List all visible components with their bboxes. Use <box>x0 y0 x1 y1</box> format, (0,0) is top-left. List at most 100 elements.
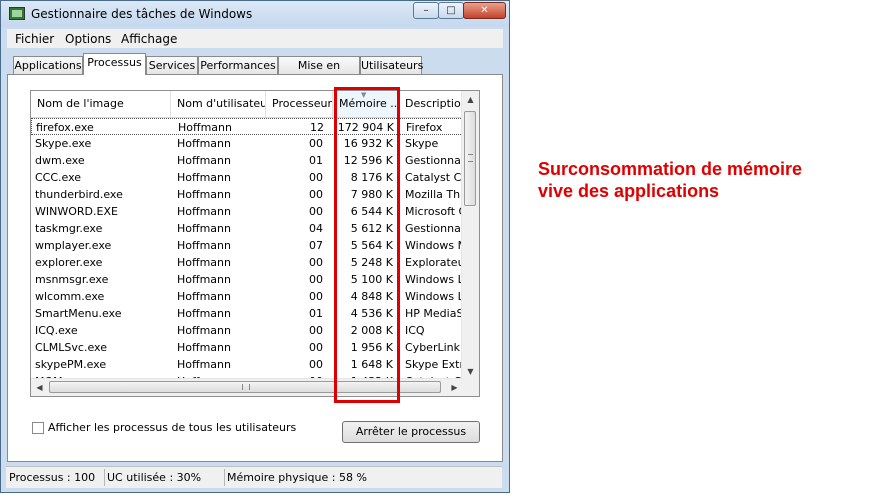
column-cpu[interactable]: Processeur <box>266 91 333 117</box>
cell-cpu: 00 <box>309 290 323 303</box>
cell-cpu: 00 <box>309 137 323 150</box>
window-title: Gestionnaire des tâches de Windows <box>31 7 253 21</box>
status-bar: Processus : 100 UC utilisée : 30% Mémoir… <box>6 466 502 488</box>
cell-image-name: CCC.exe <box>35 171 82 184</box>
tab-services[interactable]: Services <box>146 56 198 75</box>
cell-cpu: 12 <box>310 121 324 134</box>
cell-user-name: Hoffmann <box>177 137 231 150</box>
tab-mise-en-reseau[interactable]: Mise en réseau <box>278 56 360 89</box>
status-processes: Processus : 100 <box>6 469 105 486</box>
cell-user-name: Hoffmann <box>177 307 231 320</box>
cell-cpu: 00 <box>309 188 323 201</box>
cell-image-name: dwm.exe <box>35 154 85 167</box>
tab-performances[interactable]: Performances <box>198 56 278 75</box>
cell-user-name: Hoffmann <box>177 154 231 167</box>
cell-image-name: ICQ.exe <box>35 324 78 337</box>
status-memory: Mémoire physique : 58 % <box>227 471 367 484</box>
cell-description: Skype Extra <box>405 358 463 371</box>
cell-description: Gestionnaire <box>405 222 463 235</box>
cell-image-name: explorer.exe <box>35 256 103 269</box>
maximize-button[interactable]: □ <box>438 2 464 19</box>
menu-affichage[interactable]: Affichage <box>121 32 177 46</box>
cell-image-name: SmartMenu.exe <box>35 307 122 320</box>
end-process-button[interactable]: Arrêter le processus <box>342 421 480 443</box>
cell-description: HP MediaSm <box>405 307 463 320</box>
cell-user-name: Hoffmann <box>177 273 231 286</box>
memory-highlight-box <box>334 87 400 403</box>
column-user-name[interactable]: Nom d'utilisateur <box>171 91 266 117</box>
scroll-left-icon[interactable]: ◀ <box>31 379 48 396</box>
cell-image-name: CLMLSvc.exe <box>35 341 107 354</box>
cell-user-name: Hoffmann <box>177 171 231 184</box>
cell-image-name: wmplayer.exe <box>35 239 112 252</box>
grip-icon <box>242 384 250 390</box>
tab-strip: Applications Processus Services Performa… <box>7 53 503 89</box>
cell-cpu: 00 <box>309 273 323 286</box>
cell-user-name: Hoffmann <box>177 324 231 337</box>
tab-processus[interactable]: Processus <box>83 53 146 75</box>
cell-cpu: 00 <box>309 256 323 269</box>
annotation-line-1: Surconsommation de mémoire <box>538 159 803 179</box>
cell-cpu: 01 <box>309 154 323 167</box>
show-all-users-checkbox[interactable] <box>32 422 44 434</box>
cell-cpu: 07 <box>309 239 323 252</box>
cell-image-name: wlcomm.exe <box>35 290 105 303</box>
cell-description: CyberLink M <box>405 341 463 354</box>
cell-description: Windows Me <box>405 239 463 252</box>
annotation-text: Surconsommation de mémoire vive des appl… <box>538 158 838 202</box>
cell-image-name: skypePM.exe <box>35 358 107 371</box>
tab-applications[interactable]: Applications <box>13 56 83 75</box>
cell-description: Windows Liv <box>405 290 463 303</box>
tab-utilisateurs[interactable]: Utilisateurs <box>360 56 423 75</box>
task-manager-icon <box>9 7 25 20</box>
minimize-button[interactable]: – <box>413 2 439 19</box>
cell-user-name: Hoffmann <box>177 256 231 269</box>
cell-image-name: Skype.exe <box>35 137 92 150</box>
menu-bar: Fichier Options Affichage <box>7 29 503 48</box>
cell-description: ICQ <box>405 324 425 337</box>
cell-description: Firefox <box>406 121 443 134</box>
scroll-down-icon[interactable]: ▼ <box>462 363 479 380</box>
cell-image-name: firefox.exe <box>36 121 94 134</box>
cell-description: Skype <box>405 137 439 150</box>
cell-cpu: 00 <box>309 358 323 371</box>
cell-description: Mozilla Thun <box>405 188 463 201</box>
cell-user-name: Hoffmann <box>177 341 231 354</box>
cell-description: Catalyst Cont <box>405 171 463 184</box>
vertical-scroll-thumb[interactable] <box>464 111 476 206</box>
cell-cpu: 04 <box>309 222 323 235</box>
cell-image-name: WINWORD.EXE <box>35 205 118 218</box>
cell-user-name: Hoffmann <box>177 188 231 201</box>
cell-description: Gestionnaire <box>405 154 463 167</box>
cell-user-name: Hoffmann <box>177 290 231 303</box>
cell-image-name: taskmgr.exe <box>35 222 103 235</box>
cell-user-name: Hoffmann <box>178 121 232 134</box>
grip-icon <box>468 154 473 162</box>
cell-user-name: Hoffmann <box>177 358 231 371</box>
cell-user-name: Hoffmann <box>177 205 231 218</box>
cell-cpu: 00 <box>309 171 323 184</box>
cell-user-name: Hoffmann <box>177 222 231 235</box>
close-button[interactable]: ✕ <box>463 2 506 19</box>
column-description[interactable]: Description <box>399 91 463 117</box>
cell-image-name: thunderbird.exe <box>35 188 123 201</box>
cell-cpu: 01 <box>309 307 323 320</box>
cell-cpu: 00 <box>309 341 323 354</box>
scroll-right-icon[interactable]: ▶ <box>446 379 463 396</box>
column-image-name[interactable]: Nom de l'image <box>31 91 171 117</box>
cell-cpu: 00 <box>309 205 323 218</box>
scroll-up-icon[interactable]: ▲ <box>462 91 479 108</box>
cell-description: Explorateur <box>405 256 463 269</box>
show-all-users-label: Afficher les processus de tous les utili… <box>48 421 297 434</box>
cell-image-name: msnmsgr.exe <box>35 273 109 286</box>
title-bar[interactable]: Gestionnaire des tâches de Windows – □ ✕ <box>1 1 509 27</box>
status-cpu: UC utilisée : 30% <box>104 469 225 486</box>
cell-description: Windows Liv <box>405 273 463 286</box>
menu-fichier[interactable]: Fichier <box>15 32 54 46</box>
cell-description: Microsoft Of <box>405 205 463 218</box>
menu-options[interactable]: Options <box>65 32 111 46</box>
cell-user-name: Hoffmann <box>177 239 231 252</box>
annotation-line-2: vive des applications <box>538 181 720 201</box>
vertical-scrollbar[interactable]: ▲ ▼ <box>461 91 479 380</box>
process-list[interactable]: Nom de l'image Nom d'utilisateur Process… <box>30 90 480 397</box>
